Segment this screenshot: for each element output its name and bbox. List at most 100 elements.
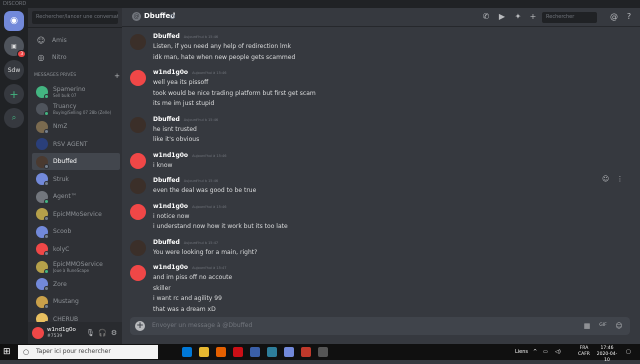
message-author[interactable]: Dbuffed <box>153 177 180 184</box>
volume-icon[interactable]: ◁) <box>555 344 561 360</box>
dm-sidebar: Rechercher/lancer une conversat... ☺ Ami… <box>28 8 122 344</box>
nav-friends[interactable]: ☺ Amis <box>32 33 118 47</box>
dm-avatar <box>36 208 49 221</box>
message-avatar[interactable] <box>130 152 146 169</box>
show-hidden-icons-icon[interactable]: ^ <box>533 344 537 360</box>
gif-icon[interactable]: GIF <box>598 321 608 331</box>
language-indicator[interactable]: FRA CAFR <box>578 346 590 358</box>
edge-icon[interactable] <box>182 347 192 357</box>
settings-gear-icon[interactable]: ⚙ <box>110 329 118 337</box>
message-author[interactable]: w1nd1g0o <box>153 69 188 76</box>
opera-icon[interactable] <box>233 347 243 357</box>
nav-nitro-label: Nitro <box>52 53 67 61</box>
message-avatar[interactable] <box>130 203 146 220</box>
dm-item[interactable]: Struk <box>32 171 120 188</box>
dm-item[interactable]: RSV AGENT <box>32 136 120 153</box>
dm-item[interactable]: Dbuffed <box>32 153 120 170</box>
message-author[interactable]: w1nd1g0o <box>153 152 188 159</box>
message-avatar[interactable] <box>130 34 146 50</box>
status-dot-icon <box>44 251 49 256</box>
dm-activity: Buying/Selling 07 28b (Zelle) <box>53 110 112 115</box>
server-icon-sdw[interactable]: Sdw <box>4 60 24 80</box>
message-author[interactable]: Dbuffed <box>153 116 180 123</box>
voice-call-icon[interactable]: ✆ <box>481 12 491 22</box>
dm-item[interactable]: kolyC <box>32 241 120 258</box>
headphones-icon[interactable]: 🎧 <box>98 329 107 337</box>
dm-item[interactable]: Truancy Buying/Selling 07 28b (Zelle) <box>32 101 120 118</box>
links-toolbar[interactable]: Liens <box>515 344 528 360</box>
message-text: You were looking for a main, right? <box>153 248 258 256</box>
home-button[interactable]: ◉ <box>4 11 24 31</box>
app-b-icon[interactable] <box>250 347 260 357</box>
dm-name: Dbuffed <box>53 158 77 165</box>
add-friend-icon[interactable]: + <box>528 12 538 22</box>
firefox-icon[interactable] <box>216 347 226 357</box>
status-dot-icon <box>44 93 49 99</box>
task-view-icon[interactable] <box>165 347 175 357</box>
dm-avatar <box>36 138 48 150</box>
message-avatar[interactable] <box>130 178 146 194</box>
taskbar-search[interactable]: ○ Taper ici pour rechercher <box>18 345 158 359</box>
message-avatar[interactable] <box>130 70 146 86</box>
compass-icon: ⌕ <box>11 113 17 122</box>
status-dot-icon <box>44 268 49 274</box>
dm-name: Scoob <box>53 228 72 235</box>
dm-item[interactable]: Spamerino Sell bulk 07 <box>32 83 120 100</box>
message-author[interactable]: Dbuffed <box>153 239 180 246</box>
add-reaction-icon[interactable]: ☺ <box>602 175 609 183</box>
dm-item[interactable]: EpicMMOService Joue à RuneScape <box>32 258 120 275</box>
status-dot-icon <box>44 216 49 221</box>
more-options-icon[interactable]: ⋮ <box>617 175 624 183</box>
message-timestamp: Aujourd'hui à 15:46 <box>192 71 227 75</box>
dm-item[interactable]: Zore <box>32 276 120 293</box>
network-icon[interactable]: ▭ <box>543 344 548 360</box>
discord-taskbar-icon[interactable] <box>284 347 294 357</box>
emoji-icon[interactable]: ☺ <box>614 321 624 331</box>
windows-start-icon[interactable]: ⊞ <box>3 347 13 357</box>
dm-name: Mustang <box>53 298 79 305</box>
status-dot-icon <box>44 303 49 309</box>
dm-item[interactable]: Mustang <box>32 293 120 310</box>
dm-avatar <box>36 278 49 291</box>
message-timestamp: Aujourd'hui à 15:47 <box>183 240 219 245</box>
message-author[interactable]: w1nd1g0o <box>153 203 188 210</box>
message-author[interactable]: w1nd1g0o <box>153 264 188 271</box>
user-avatar[interactable] <box>32 327 44 339</box>
message-composer[interactable]: + Envoyer un message à @Dbuffed ▦ GIF ☺ <box>130 317 630 335</box>
dm-item[interactable]: Agent™ <box>32 188 120 205</box>
message-text: that was a dream xD <box>153 305 216 313</box>
upload-plus-icon[interactable]: + <box>135 321 145 331</box>
conversation-search[interactable]: Rechercher/lancer une conversat... <box>32 11 118 24</box>
mentions-icon[interactable]: @ <box>609 12 619 22</box>
chat-search-input[interactable]: Rechercher <box>542 12 597 23</box>
server-icon-1[interactable]: ▣ 3 <box>4 36 26 58</box>
pinned-messages-icon[interactable]: ✦ <box>513 12 523 22</box>
user-panel: w1nd1g0o #7539 🎙 🎧 ⚙ <box>28 322 122 344</box>
mention-badge: 3 <box>17 50 26 58</box>
nav-nitro[interactable]: ◎ Nitro <box>32 50 118 64</box>
message-author[interactable]: Dbuffed <box>153 33 180 40</box>
app-folder-icon[interactable] <box>267 347 277 357</box>
create-dm-icon[interactable]: + <box>114 72 120 80</box>
dm-item[interactable]: Scoob <box>32 223 120 240</box>
video-call-icon[interactable]: ▶ <box>497 12 507 22</box>
notifications-icon[interactable]: ▢ <box>626 344 631 360</box>
chat-area: @ Dbuffed ✆ ▶ ✦ + Rechercher @ ? Dbuffed… <box>122 8 640 344</box>
help-icon[interactable]: ? <box>624 12 634 22</box>
microphone-icon[interactable]: 🎙 <box>86 329 95 337</box>
add-server-button[interactable]: + <box>4 84 24 104</box>
chat-header: @ Dbuffed ✆ ▶ ✦ + Rechercher @ ? <box>122 8 640 27</box>
dm-item[interactable]: NmZ <box>32 118 120 135</box>
dm-avatar <box>36 173 49 186</box>
explore-servers-button[interactable]: ⌕ <box>4 108 24 128</box>
message-avatar[interactable] <box>130 265 146 281</box>
gift-icon[interactable]: ▦ <box>582 321 592 331</box>
dm-item[interactable]: EpicMMoService <box>32 206 120 223</box>
app-red-icon[interactable] <box>301 347 311 357</box>
app-grey-icon[interactable] <box>318 347 328 357</box>
file-explorer-icon[interactable] <box>199 347 209 357</box>
message-avatar[interactable] <box>130 116 146 133</box>
system-clock[interactable]: 17:46 2020-04-10 <box>594 346 620 364</box>
message-text: i want rc and agility 99 <box>153 295 222 302</box>
message-avatar[interactable] <box>130 239 146 256</box>
